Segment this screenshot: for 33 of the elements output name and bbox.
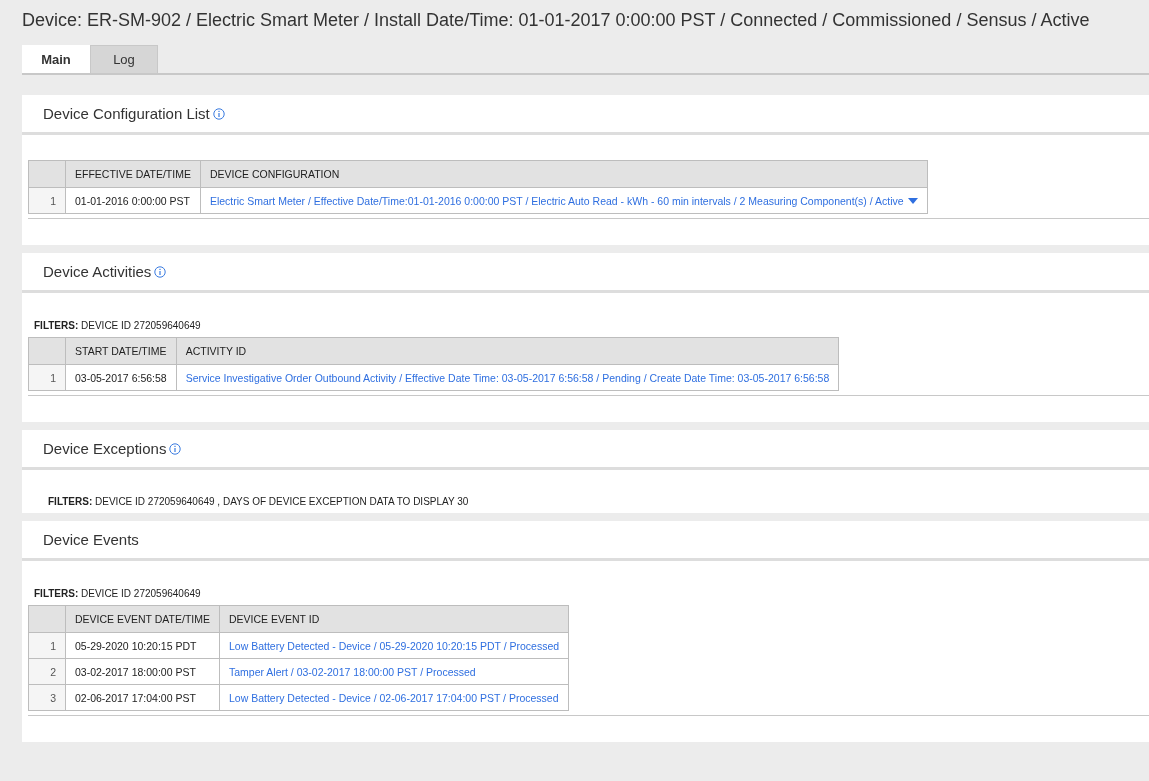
info-icon[interactable]	[212, 107, 225, 120]
table-cell: 02-06-2017 17:04:00 PST	[65, 684, 220, 711]
tab[interactable]: Log	[90, 45, 158, 73]
row-number: 1	[28, 632, 66, 659]
section-title: Device Configuration List	[43, 105, 210, 122]
table-cell: 03-02-2017 18:00:00 PST	[65, 658, 220, 685]
page-title: Device: ER-SM-902 / Electric Smart Meter / Install Date/Time: 01-01-2017 0:00:00 PST / Connected / Commissioned / Sensus / Active	[22, 9, 1091, 32]
filters-text: FILTERS: DEVICE ID 272059640649 , DAYS OF DEVICE EXCEPTION DATA TO DISPLAY 30	[47, 495, 470, 509]
caret-down-icon[interactable]	[907, 197, 918, 204]
filters-text: FILTERS: DEVICE ID 272059640649	[33, 587, 202, 601]
section-title: Device Activities	[43, 263, 152, 280]
section-title: Device Events	[43, 531, 139, 548]
column-header: DEVICE CONFIGURATION	[200, 160, 928, 188]
filters-text: FILTERS: DEVICE ID 272059640649	[33, 319, 202, 333]
column-header: DEVICE EVENT ID	[219, 605, 569, 633]
row-number: 1	[28, 364, 66, 391]
header-cell	[28, 160, 66, 188]
header-cell	[28, 337, 66, 365]
header-cell	[28, 605, 66, 633]
info-icon[interactable]	[169, 442, 182, 455]
column-header: START DATE/TIME	[65, 337, 177, 365]
table-cell: 03-05-2017 6:56:58	[65, 364, 177, 391]
row-number: 3	[28, 684, 66, 711]
table-cell: 01-01-2016 0:00:00 PST	[65, 187, 201, 214]
tab[interactable]: Main	[22, 45, 90, 73]
info-icon[interactable]	[154, 265, 167, 278]
row-number: 2	[28, 658, 66, 685]
row-number: 1	[28, 187, 66, 214]
column-header: EFFECTIVE DATE/TIME	[65, 160, 201, 188]
column-header: ACTIVITY ID	[176, 337, 839, 365]
table-cell: 05-29-2020 10:20:15 PDT	[65, 632, 220, 659]
column-header: DEVICE EVENT DATE/TIME	[65, 605, 220, 633]
section-title: Device Exceptions	[43, 440, 167, 457]
